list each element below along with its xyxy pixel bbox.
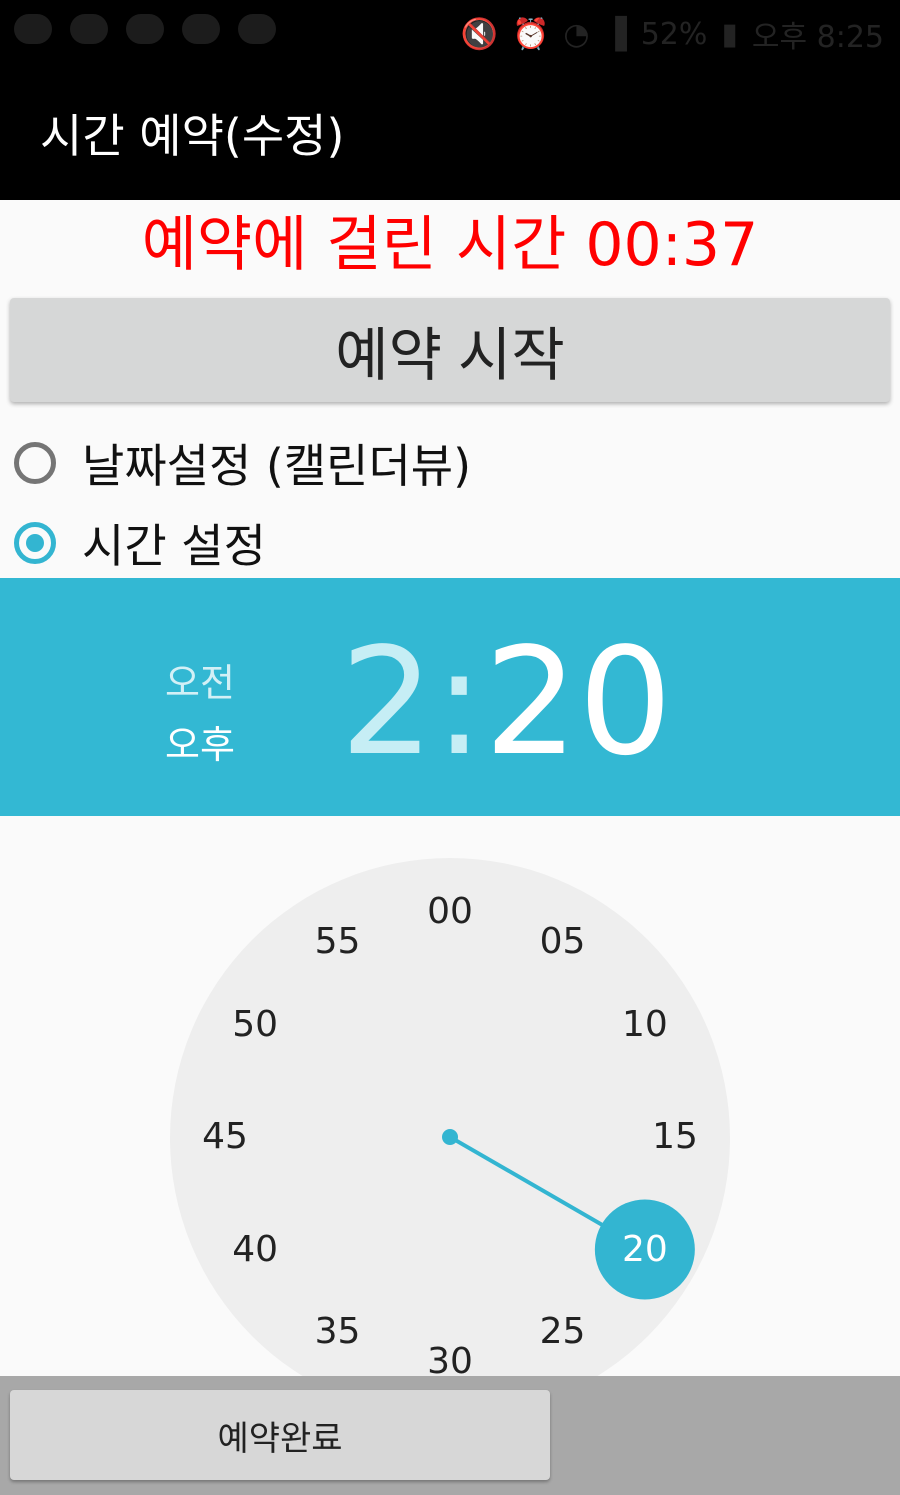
hour-value[interactable]: 2 xyxy=(340,622,434,782)
signal-icon: ▐ xyxy=(603,16,627,52)
notification-icon xyxy=(14,14,52,44)
minute-value[interactable]: 20 xyxy=(484,622,672,782)
start-reservation-button[interactable]: 예약 시작 xyxy=(10,298,890,402)
dial-label-00[interactable]: 00 xyxy=(410,887,490,937)
usb-icon xyxy=(182,14,220,44)
bottom-bar: 예약완료 xyxy=(0,1376,900,1495)
dial-label-40[interactable]: 40 xyxy=(215,1225,295,1275)
page-title: 시간 예약(수정) xyxy=(40,109,345,163)
notification-icons xyxy=(14,14,276,44)
app-icon xyxy=(126,14,164,44)
pm-toggle[interactable]: 오후 xyxy=(165,714,235,769)
radio-checked-icon[interactable] xyxy=(14,522,56,564)
dial-label-50[interactable]: 50 xyxy=(215,1000,295,1050)
battery-icon: ▮ xyxy=(721,16,738,52)
radio-label-time: 시간 설정 xyxy=(82,519,266,573)
chat-icon xyxy=(70,14,108,44)
dial-label-10[interactable]: 10 xyxy=(605,1000,685,1050)
time-display: 2 : 20 xyxy=(340,622,672,782)
clock-time: 오후 8:25 xyxy=(751,20,884,55)
radio-option-date[interactable]: 날짜설정 (캘린더뷰) xyxy=(14,430,471,496)
dial-label-20[interactable]: 20 xyxy=(605,1225,685,1275)
app-bar: 시간 예약(수정) xyxy=(0,64,900,200)
time-separator: : xyxy=(434,616,485,788)
dial-label-30[interactable]: 30 xyxy=(410,1337,490,1376)
radio-unchecked-icon[interactable] xyxy=(14,442,56,484)
radio-option-time[interactable]: 시간 설정 xyxy=(14,510,266,576)
wifi-icon: ◔ xyxy=(563,16,590,52)
dial-label-55[interactable]: 55 xyxy=(298,917,378,967)
clock-center-dot xyxy=(442,1129,458,1145)
dial-label-35[interactable]: 35 xyxy=(298,1307,378,1357)
alarm-icon: ⏰ xyxy=(512,16,550,52)
complete-reservation-button[interactable]: 예약완료 xyxy=(10,1390,550,1480)
battery-percent: 52% xyxy=(640,16,708,52)
download-icon xyxy=(238,14,276,44)
status-bar: 🔇 ⏰ ◔ ▐ 52% ▮ 오후 8:25 xyxy=(0,0,900,64)
dial-label-25[interactable]: 25 xyxy=(523,1307,603,1357)
dial-label-45[interactable]: 45 xyxy=(185,1112,265,1162)
mute-icon: 🔇 xyxy=(460,16,499,52)
am-toggle[interactable]: 오전 xyxy=(165,652,235,707)
clock-area: 00 05 10 15 20 25 30 35 40 45 50 55 xyxy=(0,816,900,1376)
dial-label-15[interactable]: 15 xyxy=(635,1112,715,1162)
elapsed-time-label: 예약에 걸린 시간 00:37 xyxy=(141,210,759,280)
dial-label-05[interactable]: 05 xyxy=(523,917,603,967)
radio-label-date: 날짜설정 (캘린더뷰) xyxy=(82,439,472,493)
status-right: 🔇 ⏰ ◔ ▐ 52% ▮ 오후 8:25 xyxy=(461,12,884,56)
